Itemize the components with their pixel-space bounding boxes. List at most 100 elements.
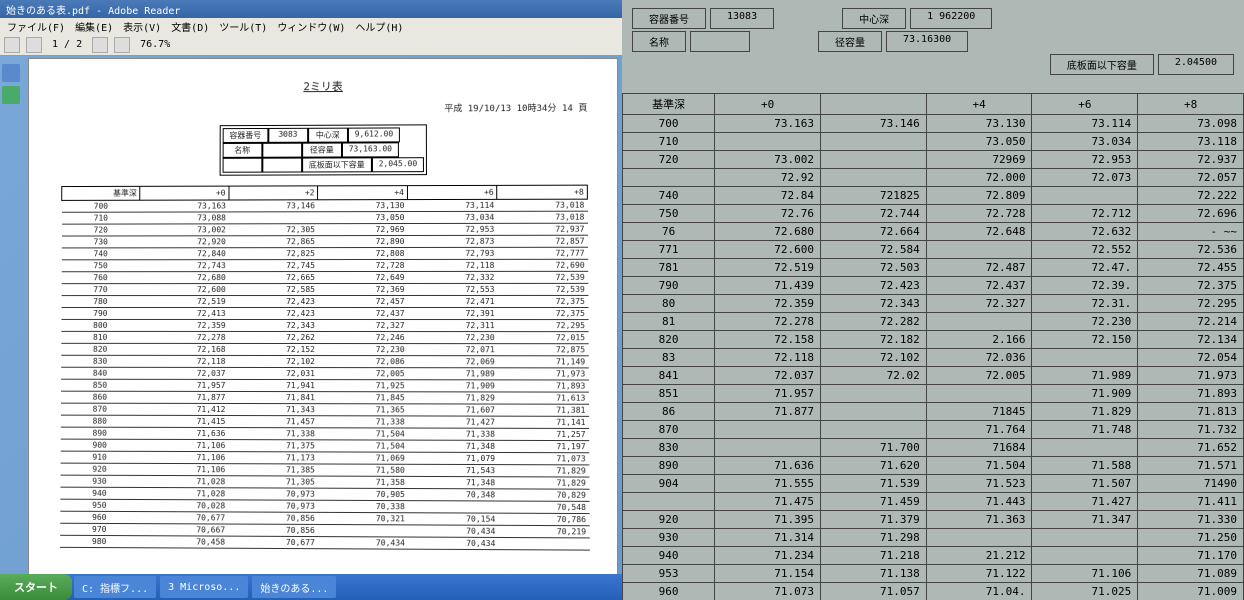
table-row: 89071.63671.62071.50471.58871.571 bbox=[623, 457, 1244, 475]
adobe-reader-window: 始きのある表.pdf - Adobe Reader ファイル(F) 編集(E) … bbox=[0, 0, 622, 600]
hdr-under-val: 2.04500 bbox=[1158, 54, 1234, 75]
pages-icon[interactable] bbox=[2, 86, 20, 104]
table-row: 72.9272.00072.07372.057 bbox=[623, 169, 1244, 187]
table-row: 75072.7672.74472.72872.71272.696 bbox=[623, 205, 1244, 223]
table-row: 8072.35972.34372.32772.31.72.295 bbox=[623, 295, 1244, 313]
save-icon[interactable] bbox=[26, 37, 42, 53]
table-row: 71.47571.45971.44371.42771.411 bbox=[623, 493, 1244, 511]
table-row: 75072,74372,74572,72872,11872,690 bbox=[61, 259, 588, 271]
column-header: +0 bbox=[140, 186, 229, 200]
table-row: 83071.7007168471.652 bbox=[623, 439, 1244, 457]
menu-tools[interactable]: ツール(T) bbox=[216, 19, 270, 33]
prev-page-icon[interactable] bbox=[92, 37, 108, 53]
menu-file[interactable]: ファイル(F) bbox=[4, 19, 68, 33]
table-row: 81072,27872,26272,24672,23072,015 bbox=[61, 331, 588, 343]
table-row: 7672.68072.66472.64872.632- ~~ bbox=[623, 223, 1244, 241]
hdr-name-val bbox=[690, 31, 750, 52]
table-row: 84172.03772.0272.00571.98971.973 bbox=[623, 367, 1244, 385]
document-content: 2ミリ表 平成 19/10/13 10時34分 14 頁 容器番号3083中心深… bbox=[29, 59, 618, 561]
menu-doc[interactable]: 文書(D) bbox=[168, 19, 212, 33]
taskbar-item-3[interactable]: 始きのある... bbox=[252, 576, 336, 598]
column-header: +4 bbox=[926, 94, 1032, 115]
hdr-id-val: 13083 bbox=[710, 8, 774, 29]
data-table-left: 基準深+0+2+4+6+8 70073,16373,14673,13073,11… bbox=[59, 185, 590, 551]
table-row: 79072,41372,42372,43772,39172,375 bbox=[61, 307, 588, 319]
table-row: 86071,87771,84171,84571,82971,613 bbox=[60, 391, 588, 404]
hdr-name-label: 名称 bbox=[632, 31, 686, 52]
hdr-under-label: 底板面以下容量 bbox=[1050, 54, 1154, 75]
table-row: 71073.05073.03473.118 bbox=[623, 133, 1244, 151]
page-indicator: 1 / 2 bbox=[48, 39, 86, 50]
sidebar-icons bbox=[2, 60, 22, 108]
window-titlebar[interactable]: 始きのある表.pdf - Adobe Reader bbox=[0, 0, 622, 18]
info-box: 容器番号3083中心深9,612.00名称径容量73,163.00底板面以下容量… bbox=[219, 124, 427, 175]
menu-view[interactable]: 表示(V) bbox=[120, 19, 164, 33]
table-row: 96071.07371.05771.04.71.02571.009 bbox=[623, 583, 1244, 600]
table-row: 82072,16872,15272,23072,07172,875 bbox=[61, 343, 588, 355]
hdr-vol-label: 径容量 bbox=[818, 31, 882, 52]
table-row: 95371.15471.13871.12271.10671.089 bbox=[623, 565, 1244, 583]
doc-title: 2ミリ表 bbox=[62, 77, 587, 95]
sheet-header: 容器番号 13083 中心深 1 962200 名称 径容量 73.16300 … bbox=[622, 0, 1244, 83]
table-row: 73072,92072,86572,89072,87372,857 bbox=[61, 235, 587, 248]
bookmark-icon[interactable] bbox=[2, 64, 20, 82]
table-row: 98070,45870,67770,43470,434 bbox=[60, 535, 590, 550]
table-row: 92071.39571.37971.36371.34771.330 bbox=[623, 511, 1244, 529]
data-table-right: 基準深+0+4+6+8 70073.16373.14673.13073.1147… bbox=[622, 93, 1244, 600]
table-row: 76072,68072,66572,64972,33272,539 bbox=[61, 271, 588, 283]
table-row: 84072,03772,03172,00571,98971,973 bbox=[61, 367, 589, 380]
column-header: +6 bbox=[407, 185, 497, 199]
zoom-level: 76.7% bbox=[136, 39, 174, 50]
table-row: 90471.55571.53971.52371.50771490 bbox=[623, 475, 1244, 493]
table-row: 85171.95771.90971.893 bbox=[623, 385, 1244, 403]
table-row: 8172.27872.28272.23072.214 bbox=[623, 313, 1244, 331]
column-header: +8 bbox=[1138, 94, 1244, 115]
table-row: 74072.8472182572.80972.222 bbox=[623, 187, 1244, 205]
menu-window[interactable]: ウィンドウ(W) bbox=[274, 19, 348, 33]
window-title: 始きのある表.pdf - Adobe Reader bbox=[6, 2, 180, 17]
column-header: 基準深 bbox=[623, 94, 715, 115]
hdr-center-label: 中心深 bbox=[842, 8, 906, 29]
document-viewport[interactable]: 2ミリ表 平成 19/10/13 10時34分 14 頁 容器番号3083中心深… bbox=[28, 58, 618, 580]
toolbar: 1 / 2 76.7% bbox=[0, 34, 622, 56]
column-header: +4 bbox=[318, 186, 407, 200]
column-header: +2 bbox=[229, 186, 318, 200]
table-row: 8372.11872.10272.03672.054 bbox=[623, 349, 1244, 367]
table-row: 82072.15872.1822.16672.15072.134 bbox=[623, 331, 1244, 349]
print-icon[interactable] bbox=[4, 37, 20, 53]
windows-taskbar: スタート C: 指標フ... 3 Microso... 始きのある... bbox=[0, 574, 622, 600]
table-row: 72073,00272,30572,96972,95372,937 bbox=[61, 223, 587, 236]
column-header: 基準深 bbox=[62, 186, 141, 200]
table-row: 70073,16373,14673,13073,11473,018 bbox=[62, 199, 588, 212]
next-page-icon[interactable] bbox=[114, 37, 130, 53]
table-row: 94071.23471.21821.21271.170 bbox=[623, 547, 1244, 565]
column-header bbox=[820, 94, 926, 115]
table-row: 70073.16373.14673.13073.11473.098 bbox=[623, 115, 1244, 133]
table-row: 77172.60072.58472.55272.536 bbox=[623, 241, 1244, 259]
hdr-id-label: 容器番号 bbox=[632, 8, 706, 29]
doc-meta: 平成 19/10/13 10時34分 14 頁 bbox=[62, 101, 588, 116]
column-header: +8 bbox=[497, 185, 587, 199]
taskbar-item-1[interactable]: C: 指標フ... bbox=[74, 576, 156, 598]
table-row: 79071.43972.42372.43772.39.72.375 bbox=[623, 277, 1244, 295]
menubar: ファイル(F) 編集(E) 表示(V) 文書(D) ツール(T) ウィンドウ(W… bbox=[0, 18, 622, 34]
table-row: 87071.76471.74871.732 bbox=[623, 421, 1244, 439]
table-row: 80072,35972,34372,32772,31172,295 bbox=[61, 319, 588, 331]
table-row: 83072,11872,10272,08672,06971,149 bbox=[61, 355, 589, 368]
start-button[interactable]: スタート bbox=[0, 574, 72, 600]
hdr-center-val: 1 962200 bbox=[910, 8, 992, 29]
taskbar-item-2[interactable]: 3 Microso... bbox=[160, 576, 248, 598]
table-row: 8671.8777184571.82971.813 bbox=[623, 403, 1244, 421]
table-row: 85071,95771,94171,92571,90971,893 bbox=[61, 379, 589, 392]
menu-edit[interactable]: 編集(E) bbox=[72, 19, 116, 33]
table-row: 77072,60072,58572,36972,55372,539 bbox=[61, 283, 588, 295]
column-header: +6 bbox=[1032, 94, 1138, 115]
table-row: 72073.0027296972.95372.937 bbox=[623, 151, 1244, 169]
spreadsheet-window: 容器番号 13083 中心深 1 962200 名称 径容量 73.16300 … bbox=[622, 0, 1244, 600]
table-row: 71073,08873,05073,03473,018 bbox=[62, 211, 588, 224]
menu-help[interactable]: ヘルプ(H) bbox=[352, 19, 406, 33]
start-label: スタート bbox=[14, 579, 58, 595]
hdr-vol-val: 73.16300 bbox=[886, 31, 968, 52]
table-row: 93071.31471.29871.250 bbox=[623, 529, 1244, 547]
table-row: 74072,84072,82572,80872,79372,777 bbox=[61, 247, 587, 260]
